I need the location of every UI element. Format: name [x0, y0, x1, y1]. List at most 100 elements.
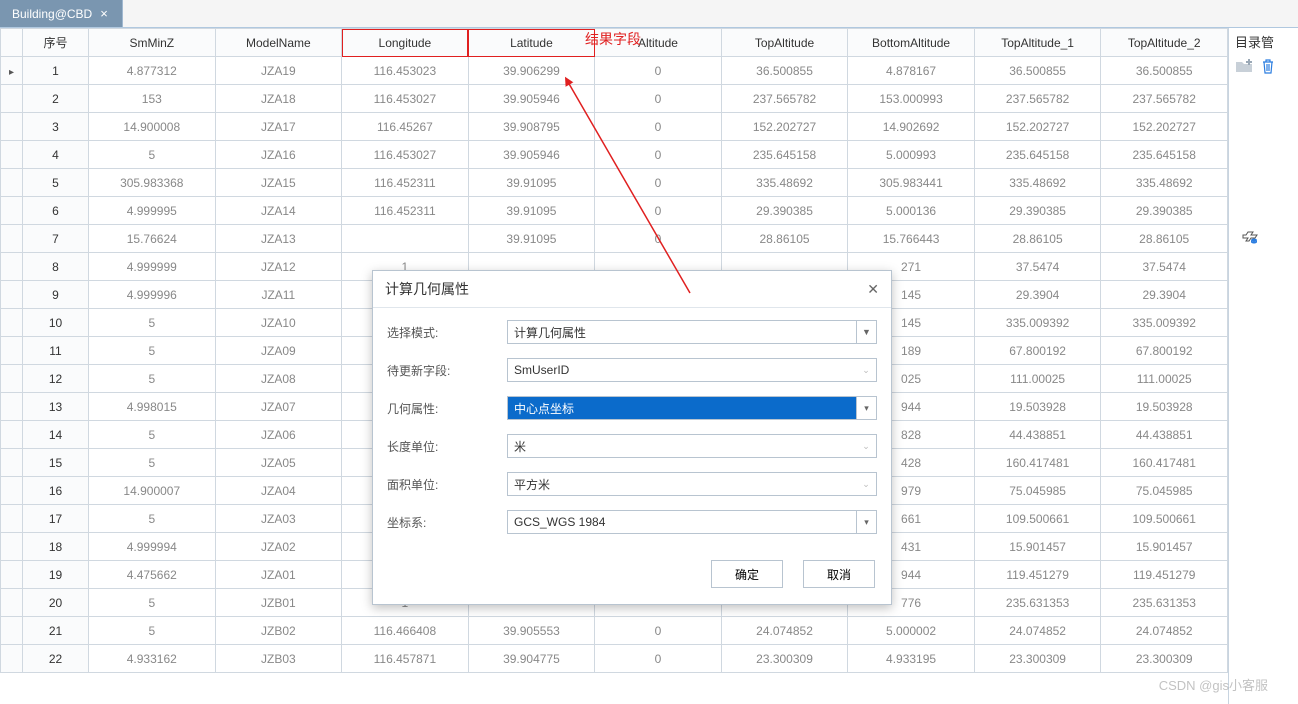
table-cell[interactable]: 305.983368: [89, 169, 216, 197]
table-cell[interactable]: 28.86105: [721, 225, 848, 253]
table-cell[interactable]: 237.565782: [974, 85, 1101, 113]
table-cell[interactable]: JZA16: [215, 141, 342, 169]
row-header[interactable]: [1, 645, 23, 673]
table-cell[interactable]: JZA09: [215, 337, 342, 365]
table-cell[interactable]: 29.390385: [974, 197, 1101, 225]
table-cell[interactable]: 0: [595, 169, 722, 197]
table-cell[interactable]: 29.390385: [721, 197, 848, 225]
table-cell[interactable]: 0: [595, 197, 722, 225]
table-cell[interactable]: 5: [89, 365, 216, 393]
table-cell[interactable]: 160.417481: [1101, 449, 1228, 477]
table-cell[interactable]: 10: [23, 309, 89, 337]
row-header[interactable]: [1, 449, 23, 477]
close-icon[interactable]: ×: [98, 6, 110, 21]
table-cell[interactable]: 20: [23, 589, 89, 617]
table-cell[interactable]: 29.3904: [974, 281, 1101, 309]
table-cell[interactable]: 24.074852: [721, 617, 848, 645]
delete-icon[interactable]: [1259, 57, 1277, 75]
table-cell[interactable]: 0: [595, 57, 722, 85]
table-cell[interactable]: 36.500855: [721, 57, 848, 85]
table-cell[interactable]: 5: [89, 337, 216, 365]
mode-combo[interactable]: 计算几何属性▼: [507, 320, 877, 344]
table-row[interactable]: 5305.983368JZA15116.45231139.910950335.4…: [1, 169, 1228, 197]
column-header[interactable]: ModelName: [215, 29, 342, 57]
row-header[interactable]: [1, 617, 23, 645]
table-cell[interactable]: 116.452311: [342, 197, 469, 225]
table-cell[interactable]: JZB02: [215, 617, 342, 645]
table-cell[interactable]: 39.905946: [468, 141, 595, 169]
tab-building[interactable]: Building@CBD ×: [0, 0, 123, 27]
table-cell[interactable]: 15.901457: [974, 533, 1101, 561]
table-cell[interactable]: JZA04: [215, 477, 342, 505]
table-cell[interactable]: 24.074852: [974, 617, 1101, 645]
column-header[interactable]: Latitude: [468, 29, 595, 57]
table-cell[interactable]: JZA11: [215, 281, 342, 309]
table-cell[interactable]: 44.438851: [974, 421, 1101, 449]
table-cell[interactable]: 335.009392: [1101, 309, 1228, 337]
table-cell[interactable]: 29.390385: [1101, 197, 1228, 225]
table-row[interactable]: 45JZA16116.45302739.9059460235.6451585.0…: [1, 141, 1228, 169]
table-cell[interactable]: 111.00025: [974, 365, 1101, 393]
table-cell[interactable]: 0: [595, 225, 722, 253]
table-cell[interactable]: 237.565782: [1101, 85, 1228, 113]
table-cell[interactable]: 4.999995: [89, 197, 216, 225]
row-header[interactable]: [1, 57, 23, 85]
table-cell[interactable]: 116.457871: [342, 645, 469, 673]
table-cell[interactable]: 235.631353: [974, 589, 1101, 617]
row-header[interactable]: [1, 113, 23, 141]
table-row[interactable]: 14.877312JZA19116.45302339.906299036.500…: [1, 57, 1228, 85]
table-cell[interactable]: 5: [89, 449, 216, 477]
area-combo[interactable]: 平方米⌄: [507, 472, 877, 496]
table-cell[interactable]: 119.451279: [1101, 561, 1228, 589]
table-cell[interactable]: 9: [23, 281, 89, 309]
table-cell[interactable]: 28.86105: [1101, 225, 1228, 253]
table-cell[interactable]: 12: [23, 365, 89, 393]
table-cell[interactable]: 153: [89, 85, 216, 113]
table-cell[interactable]: 67.800192: [974, 337, 1101, 365]
table-cell[interactable]: 1: [23, 57, 89, 85]
table-cell[interactable]: 116.453027: [342, 85, 469, 113]
table-cell[interactable]: 29.3904: [1101, 281, 1228, 309]
table-cell[interactable]: 4.933162: [89, 645, 216, 673]
row-header[interactable]: [1, 197, 23, 225]
table-cell[interactable]: 5: [89, 309, 216, 337]
chevron-down-icon[interactable]: ⌄: [856, 435, 876, 457]
row-header[interactable]: [1, 365, 23, 393]
table-cell[interactable]: 152.202727: [1101, 113, 1228, 141]
crs-combo[interactable]: GCS_WGS 1984▾: [507, 510, 877, 534]
table-cell[interactable]: 5: [89, 617, 216, 645]
table-cell[interactable]: JZA03: [215, 505, 342, 533]
table-cell[interactable]: 36.500855: [974, 57, 1101, 85]
table-cell[interactable]: 4.999999: [89, 253, 216, 281]
table-cell[interactable]: 152.202727: [974, 113, 1101, 141]
table-cell[interactable]: JZA10: [215, 309, 342, 337]
table-cell[interactable]: 11: [23, 337, 89, 365]
row-header[interactable]: [1, 141, 23, 169]
table-cell[interactable]: 5: [89, 141, 216, 169]
row-header[interactable]: [1, 477, 23, 505]
table-cell[interactable]: 5: [23, 169, 89, 197]
table-cell[interactable]: 23.300309: [721, 645, 848, 673]
table-cell[interactable]: 119.451279: [974, 561, 1101, 589]
table-cell[interactable]: JZA02: [215, 533, 342, 561]
table-cell[interactable]: 19.503928: [1101, 393, 1228, 421]
table-cell[interactable]: 14.902692: [848, 113, 975, 141]
table-cell[interactable]: 111.00025: [1101, 365, 1228, 393]
table-cell[interactable]: JZA07: [215, 393, 342, 421]
table-cell[interactable]: 116.452311: [342, 169, 469, 197]
table-row[interactable]: 224.933162JZB03116.45787139.904775023.30…: [1, 645, 1228, 673]
column-header[interactable]: TopAltitude_2: [1101, 29, 1228, 57]
table-cell[interactable]: 235.645158: [721, 141, 848, 169]
table-cell[interactable]: 235.645158: [1101, 141, 1228, 169]
table-cell[interactable]: 39.904775: [468, 645, 595, 673]
row-header[interactable]: [1, 561, 23, 589]
table-cell[interactable]: 4.998015: [89, 393, 216, 421]
table-cell[interactable]: 39.908795: [468, 113, 595, 141]
table-cell[interactable]: JZB03: [215, 645, 342, 673]
chevron-down-icon[interactable]: ⌄: [856, 359, 876, 381]
table-cell[interactable]: JZA18: [215, 85, 342, 113]
table-cell[interactable]: 237.565782: [721, 85, 848, 113]
table-cell[interactable]: 5.000993: [848, 141, 975, 169]
column-header[interactable]: TopAltitude_1: [974, 29, 1101, 57]
chevron-down-icon[interactable]: ▾: [856, 397, 876, 419]
